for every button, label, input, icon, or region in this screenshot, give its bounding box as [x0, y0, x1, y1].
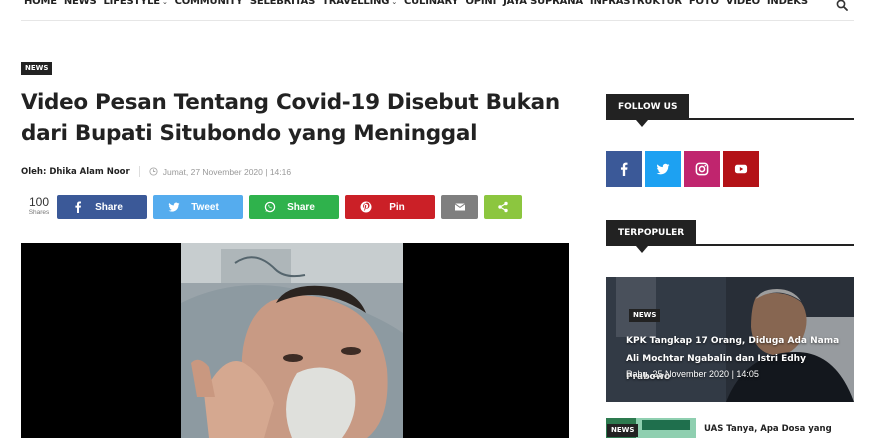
facebook-share-button[interactable]: Share	[57, 195, 147, 219]
nav-divider	[21, 20, 854, 21]
article-title: Video Pesan Tentang Covid-19 Disebut Buk…	[21, 90, 560, 146]
share-icon	[498, 201, 508, 213]
category-badge[interactable]: NEWS	[21, 62, 53, 75]
facebook-icon	[75, 201, 81, 213]
top-navigation: HOME NEWS LIFESTYLE ⌄ COMMUNITY SELEBRITAS TRA…	[0, 0, 871, 12]
envelope-icon	[454, 203, 466, 211]
popular-list-item[interactable]: NEWS UAS Tanya, Apa Dosa yang	[606, 418, 854, 438]
featured-category-badge[interactable]: NEWS	[629, 309, 661, 322]
twitter-share-label: Tweet	[191, 201, 219, 213]
facebook-icon	[620, 162, 628, 176]
nav-item-jaya-suprana[interactable]: JAYA SUPRANA	[503, 0, 583, 7]
chevron-down-icon: ⌄	[161, 0, 168, 6]
popular-item-title: UAS Tanya, Apa Dosa yang	[704, 424, 832, 434]
pinterest-share-label: Pin	[389, 201, 405, 213]
nav-item-label: CULINARY	[403, 0, 459, 7]
whatsapp-share-label: Share	[287, 201, 315, 213]
nav-item-selebritas[interactable]: SELEBRITAS	[250, 0, 315, 7]
nav-item-label: JAYA SUPRANA	[503, 0, 583, 7]
share-count-label: Shares	[28, 209, 50, 216]
nav-item-news[interactable]: NEWS	[64, 0, 97, 7]
publish-date: Jumat, 27 November 2020 | 14:16	[149, 167, 291, 177]
nav-item-opini[interactable]: OPINI	[465, 0, 496, 7]
article-video[interactable]	[21, 243, 569, 438]
featured-popular-article[interactable]: NEWS KPK Tangkap 17 Orang, Diduga Ada Na…	[606, 277, 854, 402]
nav-item-label: OPINI	[465, 0, 497, 7]
share-count: 100	[28, 195, 50, 209]
share-counter: 100 Shares	[26, 195, 52, 217]
nav-item-culinary[interactable]: CULINARY	[403, 0, 459, 7]
nav-item-foto[interactable]: FOTO	[689, 0, 719, 7]
meta-separator	[138, 166, 140, 177]
nav-item-community[interactable]: COMMUNITY	[175, 0, 243, 7]
whatsapp-share-button[interactable]: Share	[249, 195, 339, 219]
nav-item-indeks[interactable]: INDEKS	[767, 0, 808, 7]
nav-item-label: SELEBRITAS	[249, 0, 316, 7]
nav-menu: HOME NEWS LIFESTYLE ⌄ COMMUNITY SELEBRITAS TRA…	[24, 0, 815, 7]
nav-item-label: INFRASTRUKTUR	[589, 0, 682, 7]
nav-item-label: LIFESTYLE	[103, 0, 161, 7]
pinterest-icon	[360, 201, 372, 213]
follow-us-title: FOLLOW US	[606, 94, 690, 127]
search-icon[interactable]	[836, 0, 848, 11]
nav-item-label: COMMUNITY	[174, 0, 243, 7]
nav-item-video[interactable]: VIDEO	[726, 0, 760, 7]
author-name[interactable]: Oleh: Dhika Alam Noor	[21, 167, 130, 177]
nav-item-label: INDEKS	[766, 0, 808, 7]
popular-title: TERPOPULER	[606, 220, 697, 253]
more-share-button[interactable]	[484, 195, 522, 219]
article-meta: Oleh: Dhika Alam Noor Jumat, 27 November…	[21, 166, 291, 177]
youtube-icon	[734, 164, 748, 174]
twitter-share-button[interactable]: Tweet	[153, 195, 243, 219]
video-frame	[21, 243, 569, 438]
twitter-icon	[656, 163, 670, 175]
facebook-follow-button[interactable]	[606, 151, 642, 187]
nav-item-label: FOTO	[688, 0, 719, 7]
youtube-follow-button[interactable]	[723, 151, 759, 187]
nav-item-label: NEWS	[63, 0, 97, 7]
nav-item-travelling[interactable]: TRAVELLING ⌄	[322, 0, 397, 7]
clock-icon	[149, 167, 158, 176]
popular-item-category-badge[interactable]: NEWS	[607, 424, 639, 437]
popular-header: TERPOPULER	[606, 220, 854, 253]
facebook-share-label: Share	[95, 201, 123, 213]
nav-item-label: HOME	[24, 0, 57, 7]
nav-item-infrastruktur[interactable]: INFRASTRUKTUR	[590, 0, 682, 7]
nav-item-label: TRAVELLING	[322, 0, 390, 7]
follow-us-header: FOLLOW US	[606, 94, 854, 127]
pinterest-share-button[interactable]: Pin	[345, 195, 435, 219]
chevron-down-icon: ⌄	[391, 0, 397, 6]
featured-article-date: Rabu, 25 November 2020 | 14:05	[626, 369, 759, 379]
email-share-button[interactable]	[441, 195, 478, 219]
instagram-icon	[695, 162, 709, 176]
nav-item-lifestyle[interactable]: LIFESTYLE ⌄	[104, 0, 168, 7]
whatsapp-icon	[264, 201, 276, 213]
nav-item-label: VIDEO	[725, 0, 760, 7]
popular-item-thumbnail: NEWS	[606, 418, 696, 438]
instagram-follow-button[interactable]	[684, 151, 720, 187]
publish-date-text: Jumat, 27 November 2020 | 14:16	[162, 166, 292, 177]
twitter-follow-button[interactable]	[645, 151, 681, 187]
twitter-icon	[168, 202, 180, 212]
nav-item-home[interactable]: HOME	[24, 0, 57, 7]
